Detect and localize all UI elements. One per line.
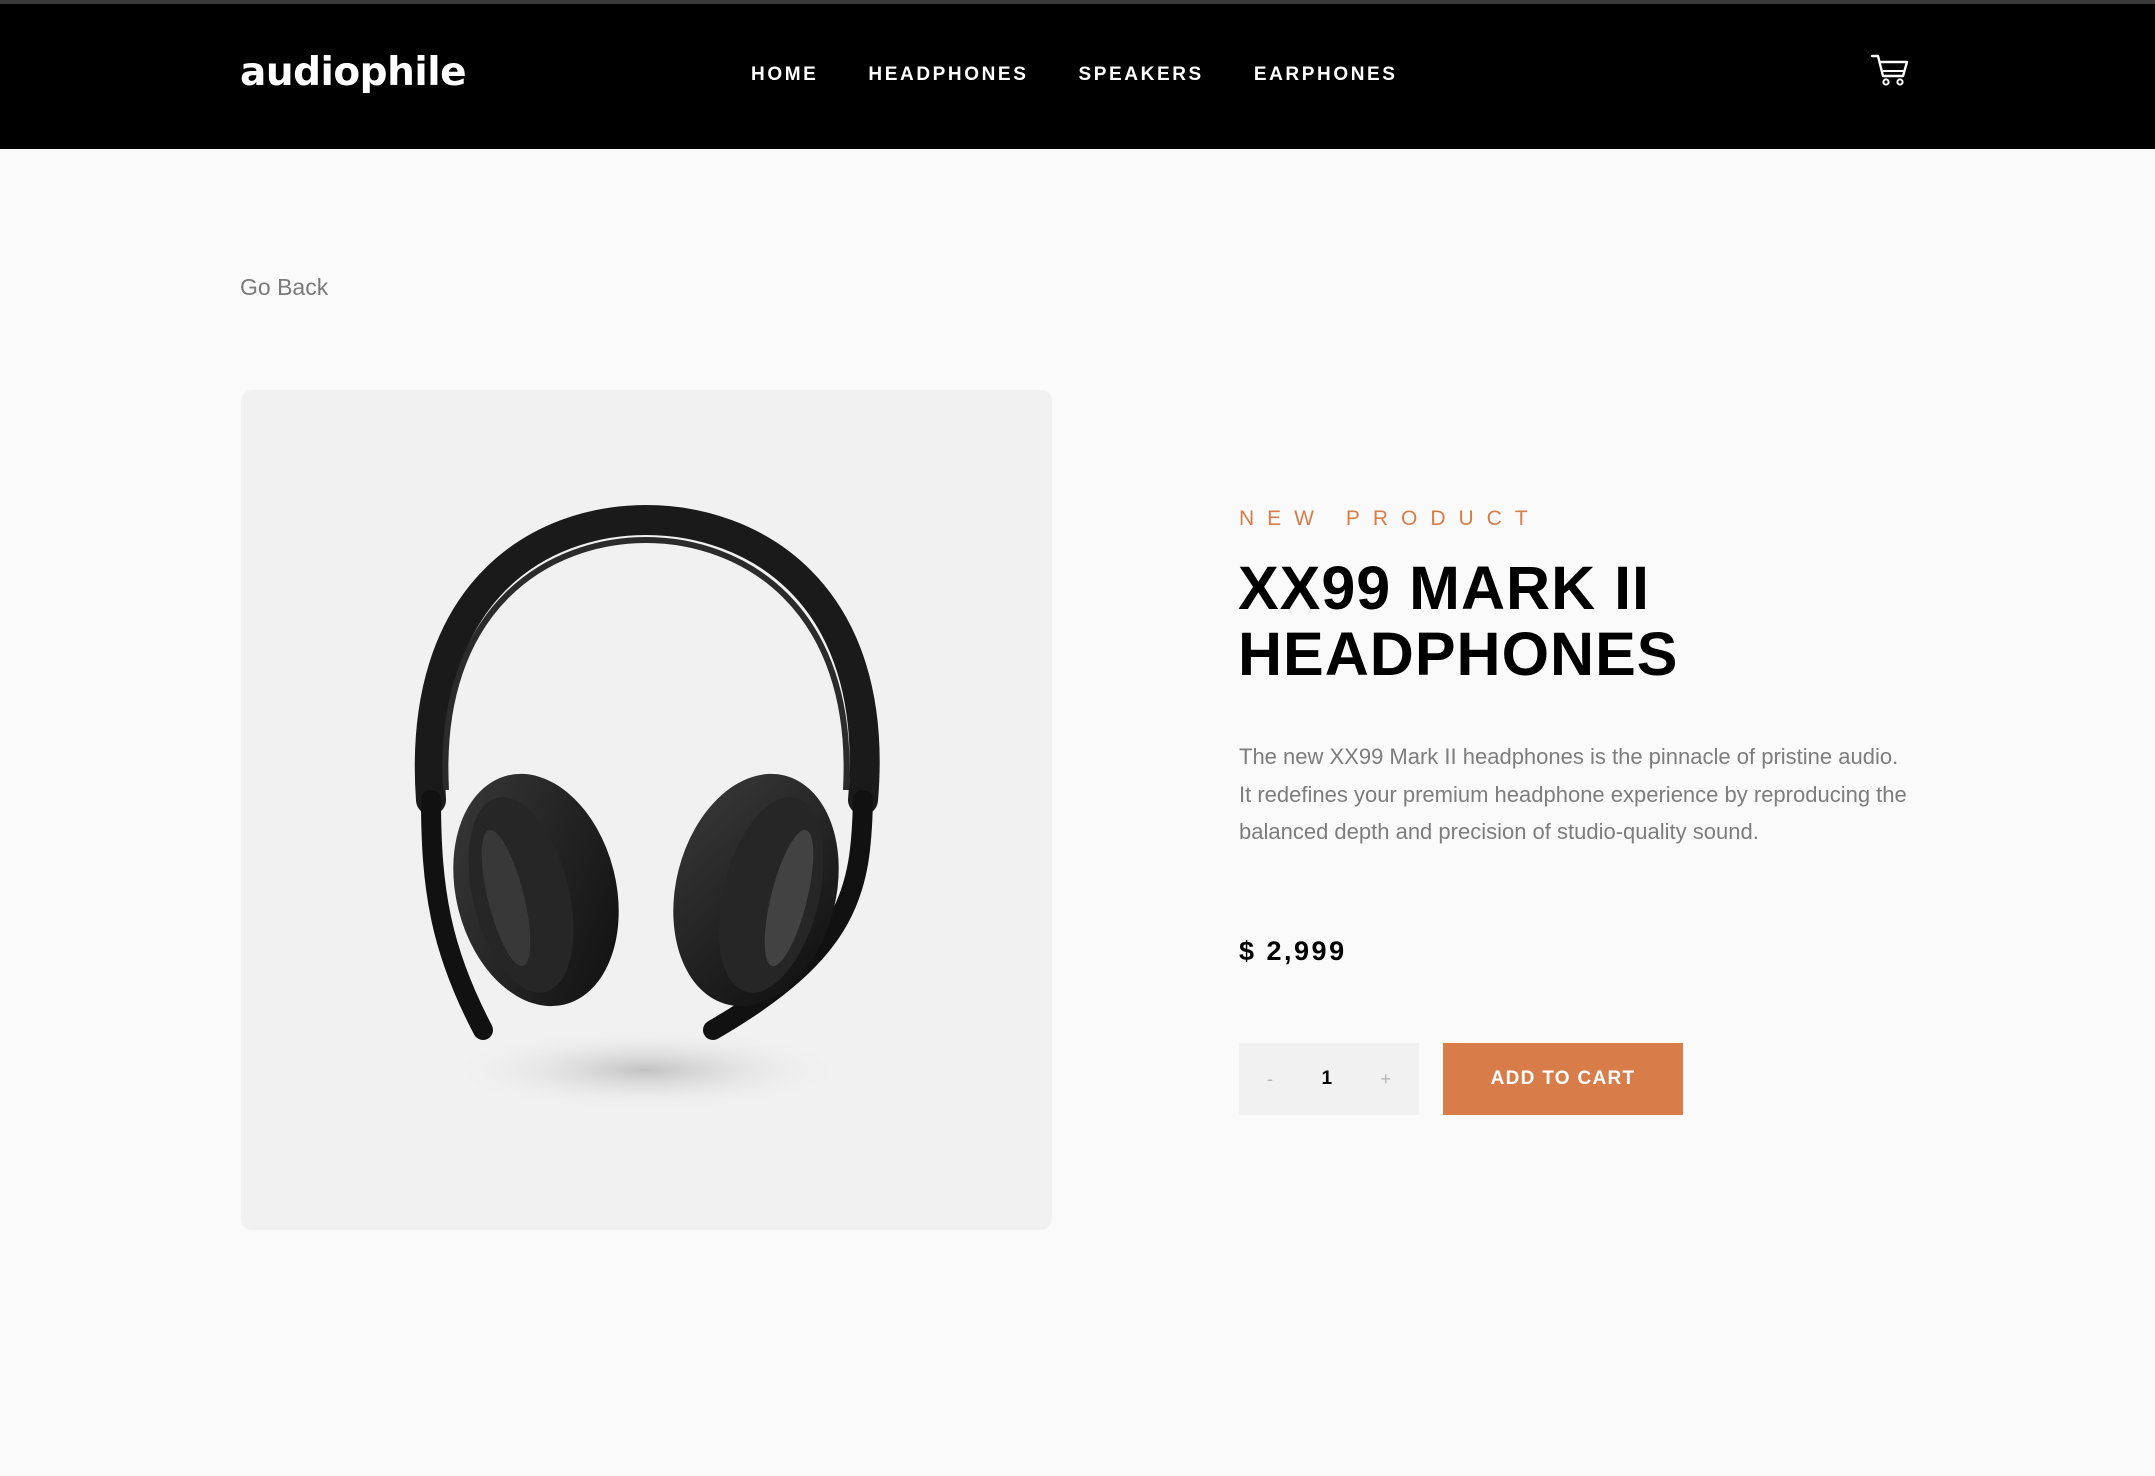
add-to-cart-button[interactable]: ADD TO CART	[1443, 1043, 1683, 1115]
product-price: $ 2,999	[1239, 936, 1347, 966]
nav-earphones[interactable]: EARPHONES	[1254, 64, 1398, 86]
nav-home[interactable]: HOME	[751, 64, 818, 86]
go-back-link[interactable]: Go Back	[240, 274, 328, 301]
cart-icon[interactable]	[1870, 52, 1910, 88]
product-title-line-2: HEADPHONES	[1238, 620, 1679, 688]
product-image	[241, 390, 1052, 1230]
nav-headphones[interactable]: HEADPHONES	[868, 64, 1028, 86]
main-nav: HOME HEADPHONES SPEAKERS EARPHONES	[751, 64, 1398, 86]
headphones-image	[414, 504, 880, 1112]
increase-quantity-button[interactable]: +	[1380, 1069, 1391, 1090]
quantity-value: 1	[1321, 1068, 1333, 1089]
product-description: The new XX99 Mark II headphones is the p…	[1239, 744, 1907, 844]
product-overline: NEW PRODUCT	[1239, 507, 1541, 530]
product-title-line-1: XX99 MARK II	[1238, 554, 1650, 622]
site-header: audiophile HOME HEADPHONES SPEAKERS EARP…	[0, 4, 2155, 149]
decrease-quantity-button[interactable]: -	[1267, 1069, 1273, 1090]
product-title: XX99 MARK II HEADPHONES	[1238, 555, 1878, 687]
nav-speakers[interactable]: SPEAKERS	[1078, 64, 1203, 86]
quantity-stepper: - 1 +	[1239, 1043, 1419, 1115]
logo[interactable]: audiophile	[240, 50, 467, 95]
